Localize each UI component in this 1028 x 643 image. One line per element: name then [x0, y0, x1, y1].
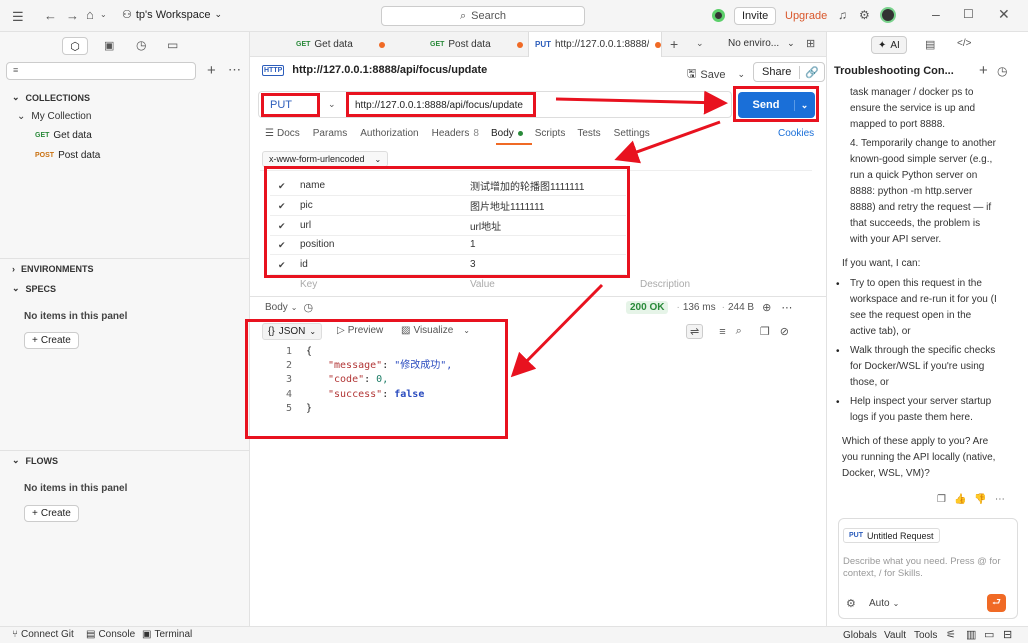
annotation-arrow — [614, 120, 721, 164]
annotation-arrows — [510, 90, 728, 378]
annotation-arrow — [555, 90, 728, 115]
annotation-arrow — [510, 283, 604, 378]
